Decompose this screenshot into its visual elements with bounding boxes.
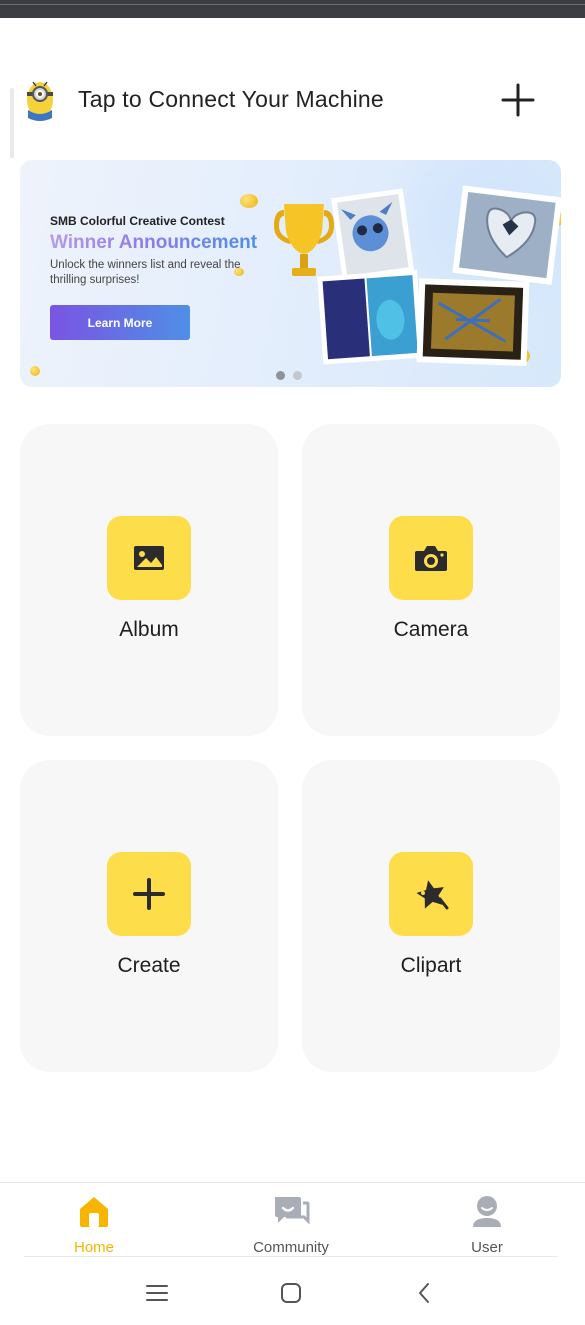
- tab-community[interactable]: Community: [221, 1183, 361, 1258]
- coin-decoration: [30, 366, 40, 376]
- back-icon: [419, 1283, 429, 1303]
- system-navigation-bar: [0, 1258, 585, 1325]
- banner-kicker: SMB Colorful Creative Contest: [50, 214, 225, 228]
- chat-icon: [275, 1197, 310, 1225]
- tab-community-label: Community: [253, 1239, 329, 1256]
- create-label: Create: [117, 954, 181, 977]
- tab-user-label: User: [471, 1239, 503, 1256]
- star-icon: [416, 880, 449, 910]
- system-back-button[interactable]: [409, 1278, 439, 1308]
- minion-avatar-icon[interactable]: [20, 78, 60, 122]
- camera-icon: [415, 546, 447, 571]
- header: Tap to Connect Your Machine: [0, 72, 585, 128]
- clipart-icon-box: [389, 852, 473, 936]
- album-tile[interactable]: Album: [20, 424, 278, 736]
- album-label: Album: [119, 618, 179, 641]
- tab-user[interactable]: User: [417, 1183, 557, 1258]
- user-icon: [473, 1196, 501, 1227]
- plus-icon: [501, 83, 535, 117]
- add-machine-button[interactable]: [498, 80, 538, 120]
- connect-machine-title[interactable]: Tap to Connect Your Machine: [78, 86, 384, 113]
- camera-icon-box: [389, 516, 473, 600]
- home-icon: [80, 1197, 108, 1227]
- image-icon: [134, 546, 164, 570]
- tab-home[interactable]: Home: [24, 1183, 164, 1258]
- banner-pagination: [276, 371, 302, 380]
- system-home-button[interactable]: [276, 1278, 306, 1308]
- plus-icon: [133, 878, 165, 910]
- pagination-dot[interactable]: [293, 371, 302, 380]
- camera-tile[interactable]: Camera: [302, 424, 560, 736]
- clipart-tile[interactable]: Clipart: [302, 760, 560, 1072]
- coin-decoration: [240, 194, 258, 208]
- menu-icon: [146, 1285, 168, 1301]
- banner-headline: Winner Announcement: [50, 232, 258, 253]
- recent-apps-button[interactable]: [142, 1278, 172, 1308]
- camera-label: Camera: [393, 618, 469, 641]
- home-square-icon: [281, 1283, 301, 1303]
- trophy-icon: [274, 204, 334, 276]
- banner-description: Unlock the winners list and reveal the t…: [50, 259, 241, 286]
- album-icon-box: [107, 516, 191, 600]
- learn-more-button[interactable]: Learn More: [50, 305, 190, 340]
- create-icon-box: [107, 852, 191, 936]
- contest-collage-image: [274, 185, 561, 366]
- status-bar: [0, 0, 585, 18]
- bottom-tab-bar: Home Community User: [0, 1182, 585, 1258]
- create-tile[interactable]: Create: [20, 760, 278, 1072]
- divider: [24, 1256, 557, 1257]
- promo-banner[interactable]: SMB Colorful Creative Contest Winner Ann…: [20, 160, 561, 387]
- clipart-label: Clipart: [400, 954, 462, 977]
- tab-home-label: Home: [73, 1239, 114, 1256]
- pagination-dot-active[interactable]: [276, 371, 285, 380]
